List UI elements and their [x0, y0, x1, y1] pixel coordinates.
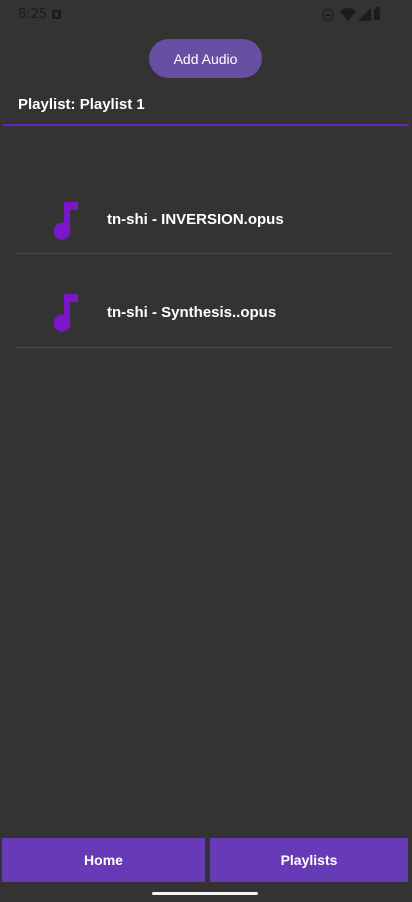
- wifi-icon: [340, 8, 356, 21]
- do-not-disturb-icon: [322, 9, 334, 21]
- title-divider: [3, 124, 409, 126]
- signal-icon: [358, 8, 371, 21]
- music-note-icon: [53, 202, 78, 240]
- nav-home-button[interactable]: Home: [2, 838, 205, 882]
- battery-icon: [374, 7, 380, 20]
- bottom-nav: Home Playlists: [0, 838, 412, 882]
- track-item[interactable]: tn-shi - Synthesis..opus: [0, 254, 412, 348]
- track-divider: [16, 347, 392, 348]
- track-title: tn-shi - INVERSION.opus: [107, 211, 284, 228]
- track-title: tn-shi - Synthesis..opus: [107, 304, 277, 321]
- page-title: Playlist: Playlist 1: [18, 96, 145, 113]
- music-note-icon: [53, 294, 78, 332]
- track-item[interactable]: tn-shi - INVERSION.opus: [0, 160, 412, 254]
- status-bar: 8:25: [0, 0, 412, 30]
- nav-playlists-button[interactable]: Playlists: [210, 838, 408, 882]
- add-audio-button[interactable]: Add Audio: [149, 39, 262, 78]
- notification-icon: [52, 10, 61, 19]
- track-list: tn-shi - INVERSION.opus tn-shi - Synthes…: [0, 160, 412, 348]
- gesture-bar[interactable]: [152, 892, 258, 895]
- status-time: 8:25: [18, 7, 48, 22]
- status-icons: [322, 7, 382, 22]
